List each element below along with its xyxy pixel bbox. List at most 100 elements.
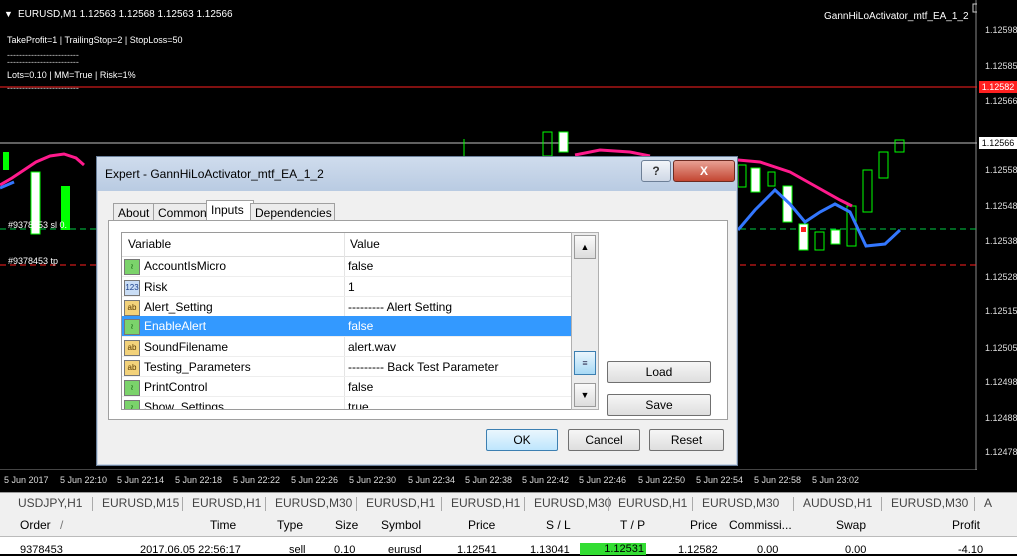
dialog-title: Expert - GannHiLoActivator_mtf_EA_1_2	[105, 167, 324, 181]
y-tick-label: 1.12498	[985, 377, 1017, 387]
col-price2[interactable]: Price	[690, 518, 717, 532]
info-line-1: TakeProfit=1 | TrailingStop=2 | StopLoss…	[7, 35, 183, 45]
y-tick-label: 1.12538	[985, 236, 1017, 246]
col-commission[interactable]: Commissi...	[729, 518, 792, 532]
col-value[interactable]: Value	[350, 237, 380, 251]
table-row[interactable]: ≀ Show_Settings true	[122, 396, 572, 410]
inputs-grid[interactable]: Variable Value ≀ AccountIsMicro false 123 Ri…	[121, 232, 573, 410]
cell-symbol: eurusd	[388, 544, 422, 556]
string-icon: ab	[124, 300, 140, 316]
col-variable[interactable]: Variable	[128, 237, 171, 251]
col-price[interactable]: Price	[468, 518, 495, 532]
symbol-tab[interactable]: EURUSD,M30	[275, 496, 352, 510]
y-tick-label: 1.12505	[985, 343, 1017, 353]
grid-scrollbar[interactable]: ▲ ≡ ▼	[571, 232, 599, 410]
col-sl[interactable]: S / L	[546, 518, 571, 532]
variable-value[interactable]: false	[348, 377, 373, 397]
table-row[interactable]: ≀ PrintControl false	[122, 376, 572, 397]
inputs-panel: Variable Value ≀ AccountIsMicro false 123 Ri…	[108, 220, 728, 420]
variable-value[interactable]: 1	[348, 277, 355, 297]
close-button[interactable]: X	[673, 160, 735, 182]
table-row[interactable]: 9378453 2017.06.05 22:56:17 sell 0.10 eu…	[0, 537, 1017, 556]
symbol-tab[interactable]: USDJPY,H1	[18, 496, 82, 510]
candle	[737, 164, 747, 188]
tab-inputs[interactable]: Inputs	[206, 200, 254, 222]
variable-value[interactable]: false	[348, 316, 373, 336]
help-button[interactable]: ?	[641, 160, 671, 182]
save-button[interactable]: Save	[607, 394, 711, 416]
cell-price: 1.12541	[457, 544, 497, 556]
col-profit[interactable]: Profit	[952, 518, 980, 532]
table-row[interactable]: ab Alert_Setting --------- Alert Setting	[122, 296, 572, 317]
col-tp[interactable]: T / P	[620, 518, 645, 532]
scroll-down-icon[interactable]: ▼	[574, 383, 596, 407]
symbol-tab[interactable]: A	[984, 496, 992, 510]
variable-name: Show_Settings	[144, 400, 225, 410]
symbol-tab[interactable]: EURUSD,H1	[366, 496, 435, 510]
candle	[894, 139, 905, 153]
grid-header: Variable Value	[122, 233, 572, 257]
expert-properties-dialog: Expert - GannHiLoActivator_mtf_EA_1_2 ? …	[96, 156, 738, 466]
symbol-tab[interactable]: EURUSD,H1	[618, 496, 687, 510]
cell-time: 2017.06.05 22:56:17	[140, 544, 241, 556]
variable-name: Risk	[144, 280, 168, 294]
variable-value[interactable]: --------- Back Test Parameter	[348, 357, 498, 377]
variable-value[interactable]: false	[348, 256, 373, 276]
symbol-tab[interactable]: EURUSD,M30	[891, 496, 968, 510]
table-row[interactable]: ab SoundFilename alert.wav	[122, 336, 572, 357]
candle	[767, 171, 776, 187]
variable-value[interactable]: --------- Alert Setting	[348, 297, 452, 317]
symbol-tab[interactable]: EURUSD,H1	[192, 496, 261, 510]
symbol-tab[interactable]: EURUSD,M15	[102, 496, 179, 510]
reset-button[interactable]: Reset	[649, 429, 724, 451]
variable-name: EnableAlert	[144, 319, 207, 333]
table-row[interactable]: ab Testing_Parameters --------- Back Test …	[122, 356, 572, 377]
tab-separator	[182, 497, 183, 511]
variable-name: SoundFilename	[144, 340, 229, 354]
candle	[750, 167, 761, 193]
bool-icon: ≀	[124, 380, 140, 396]
col-type[interactable]: Type	[277, 518, 303, 532]
tab-separator	[608, 497, 609, 511]
y-tick-label: 1.12528	[985, 272, 1017, 282]
variable-value[interactable]: true	[348, 397, 369, 409]
gann-line-pink-left	[0, 152, 85, 187]
table-row[interactable]: ≀ AccountIsMicro false	[122, 256, 572, 276]
col-swap[interactable]: Swap	[836, 518, 866, 532]
y-tick-label: 1.12566	[985, 96, 1017, 106]
col-size[interactable]: Size	[335, 518, 358, 532]
cell-price2: 1.12582	[678, 544, 718, 556]
symbol-tab[interactable]: AUDUSD,H1	[803, 496, 872, 510]
current-price-box: 1.12566	[979, 137, 1017, 149]
table-row[interactable]: 123 Risk 1	[122, 276, 572, 297]
ea-label: GannHiLoActivator_mtf_EA_1_2	[824, 11, 969, 22]
x-tick-label: 5 Jun 22:42	[522, 475, 570, 485]
symbol-tab[interactable]: EURUSD,M30	[534, 496, 611, 510]
x-tick-label: 5 Jun 22:26	[291, 475, 339, 485]
variable-value[interactable]: alert.wav	[348, 337, 396, 357]
col-order[interactable]: Order	[20, 518, 51, 532]
cell-profit: -4.10	[958, 544, 984, 556]
table-row[interactable]: ≀ EnableAlert false	[122, 316, 572, 336]
ok-button[interactable]: OK	[486, 429, 558, 451]
cancel-button[interactable]: Cancel	[568, 429, 640, 451]
load-button[interactable]: Load	[607, 361, 711, 383]
x-tick-label: 5 Jun 22:50	[638, 475, 686, 485]
scroll-thumb[interactable]: ≡	[574, 351, 596, 375]
terminal-header: Order / Time Type Size Symbol Price S / …	[0, 514, 1017, 537]
scroll-up-icon[interactable]: ▲	[574, 235, 596, 259]
tab-separator	[441, 497, 442, 511]
y-tick-label: 1.12478	[985, 447, 1017, 457]
x-tick-label: 5 Jun 22:30	[349, 475, 397, 485]
col-time[interactable]: Time	[210, 518, 236, 532]
col-symbol[interactable]: Symbol	[381, 518, 421, 532]
candle	[558, 131, 569, 153]
symbol-tab[interactable]: EURUSD,M30	[702, 496, 779, 510]
col-sort[interactable]: /	[60, 518, 63, 532]
candle	[830, 229, 841, 245]
cell-commission: 0.00	[757, 544, 779, 556]
dialog-titlebar[interactable]: Expert - GannHiLoActivator_mtf_EA_1_2 ? …	[97, 157, 737, 191]
y-tick-label: 1.12515	[985, 306, 1017, 316]
symbol-tab[interactable]: EURUSD,H1	[451, 496, 520, 510]
cell-size: 0.10	[334, 544, 356, 556]
